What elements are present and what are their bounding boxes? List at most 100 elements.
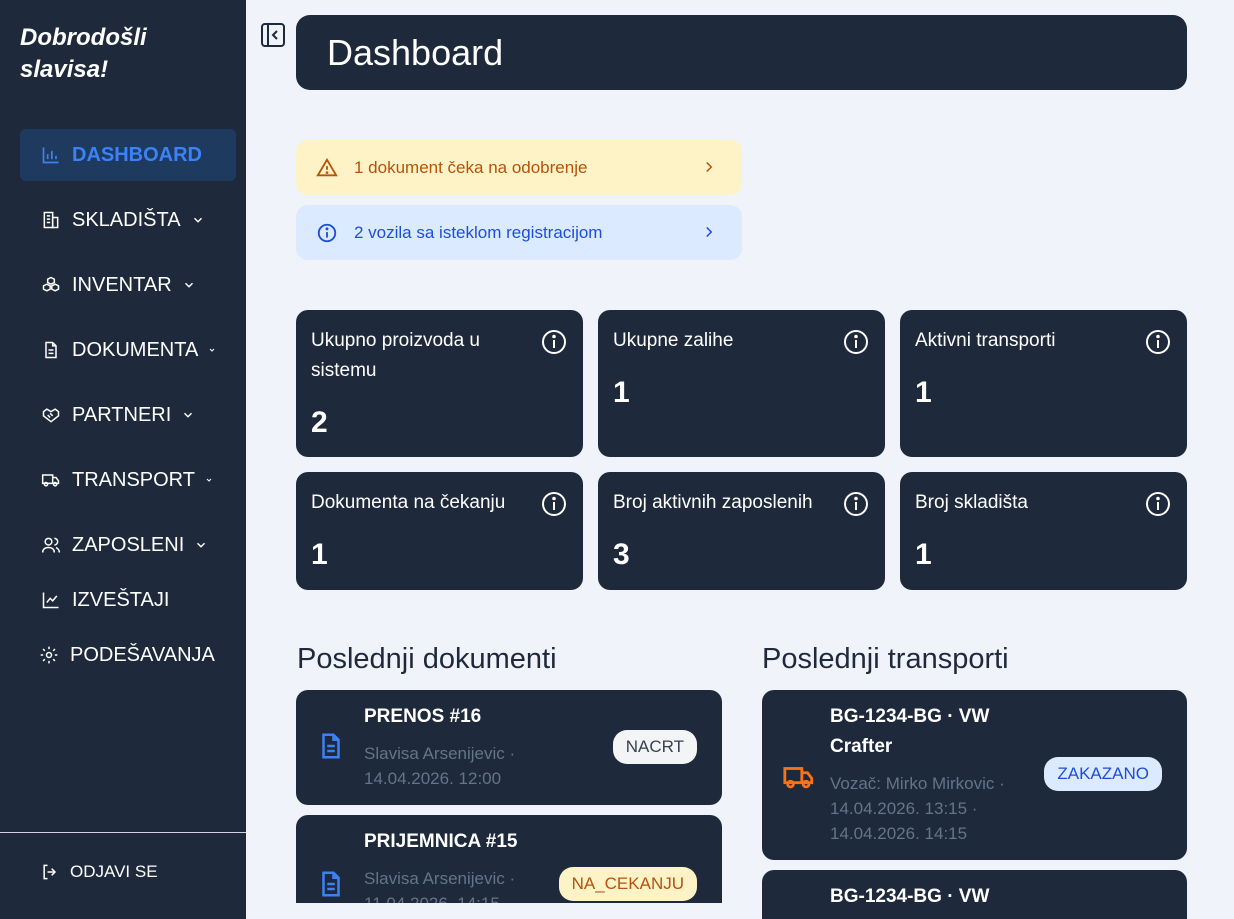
info-badge-icon[interactable]	[540, 490, 568, 518]
stat-label: Aktivni transporti	[915, 330, 1056, 351]
stat-label: Ukupne zalihe	[613, 330, 734, 351]
truck-icon	[40, 469, 62, 491]
line-chart-icon	[40, 589, 62, 611]
stat-card-total-stock: Ukupne zalihe 1	[598, 310, 885, 457]
document-date: 14.04.2026. 12:00	[364, 769, 502, 788]
boxes-icon	[40, 274, 62, 296]
info-badge-icon[interactable]	[1144, 490, 1172, 518]
page-title: Dashboard	[327, 31, 504, 73]
sidebar-item-izvestaji[interactable]: IZVEŠTAJI	[20, 574, 236, 626]
chevron-down-icon	[191, 213, 205, 227]
recent-documents-title: Poslednji dokumenti	[297, 643, 557, 675]
status-badge: ZAKAZANO	[1044, 757, 1162, 791]
sidebar-item-zaposleni[interactable]: ZAPOSLENI	[20, 519, 236, 571]
sidebar-item-label: INVENTAR	[72, 273, 172, 296]
transport-vehicle-model: Crafter	[830, 736, 893, 757]
status-badge: NA_CEKANJU	[558, 867, 697, 901]
info-badge-icon[interactable]	[842, 490, 870, 518]
sidebar-item-podesavanja[interactable]: PODEŠAVANJA	[20, 629, 236, 681]
warning-icon	[316, 157, 338, 176]
stat-label: Broj aktivnih zaposlenih	[613, 492, 813, 513]
users-icon	[40, 534, 62, 556]
document-list-item[interactable]: PRIJEMNICA #15 Slavisa Arsenijevic · 11.…	[296, 815, 722, 903]
info-badge-icon[interactable]	[842, 328, 870, 356]
handshake-icon	[40, 404, 62, 426]
transport-start: 14.04.2026. 13:15 ·	[830, 799, 978, 818]
stat-label: Ukupno proizvoda u sistemu	[311, 330, 480, 381]
chevron-down-icon	[182, 278, 196, 292]
stat-card-active-transports: Aktivni transporti 1	[900, 310, 1187, 457]
sidebar-divider	[0, 832, 246, 833]
stat-card-pending-documents: Dokumenta na čekanju 1	[296, 472, 583, 590]
sidebar-item-label: PODEŠAVANJA	[70, 643, 215, 666]
stat-label: Broj skladišta	[915, 492, 1028, 513]
chevron-down-icon	[181, 408, 195, 422]
building-icon	[40, 209, 62, 231]
sidebar-item-partneri[interactable]: PARTNERI	[20, 389, 236, 441]
info-badge-icon[interactable]	[1144, 328, 1172, 356]
document-date: 11.04.2026. 14:15 ·	[364, 891, 510, 903]
sidebar-item-transport[interactable]: TRANSPORT	[20, 454, 236, 506]
panel-collapse-icon	[261, 23, 285, 47]
transport-list-item[interactable]: BG-1234-BG · VW Crafter Vozač: Mirko Mir…	[762, 690, 1187, 860]
document-icon	[322, 871, 340, 897]
welcome-line-1: Dobrodošli	[20, 24, 147, 51]
stat-value: 1	[915, 376, 932, 409]
logout-label: ODJAVI SE	[70, 862, 158, 881]
sidebar-item-dokumenta[interactable]: DOKUMENTA	[20, 324, 236, 376]
sidebar-item-dashboard[interactable]: DASHBOARD	[20, 129, 236, 181]
transport-end: 14.04.2026. 14:15	[830, 824, 968, 843]
sidebar-item-skladista[interactable]: SKLADIŠTA	[20, 194, 236, 246]
sidebar-item-label: DOKUMENTA	[72, 338, 199, 361]
truck-icon	[783, 767, 814, 789]
sidebar-item-label: PARTNERI	[72, 403, 172, 426]
stat-value: 3	[613, 538, 630, 571]
transport-list-item[interactable]: BG-1234-BG · VW	[762, 870, 1187, 919]
chevron-down-icon	[194, 538, 208, 552]
transport-driver: Vozač: Mirko Mirkovic ·	[830, 774, 1005, 793]
sidebar-item-label: DASHBOARD	[72, 143, 202, 166]
stat-card-active-employees: Broj aktivnih zaposlenih 3	[598, 472, 885, 590]
chevron-down-icon	[205, 473, 219, 487]
collapse-sidebar-button[interactable]	[260, 22, 286, 48]
logout-icon	[43, 864, 57, 880]
document-list-item[interactable]: PRENOS #16 Slavisa Arsenijevic · 14.04.2…	[296, 690, 722, 805]
chevron-down-icon	[208, 343, 222, 357]
chevron-right-icon	[706, 226, 713, 238]
document-author: Slavisa Arsenijevic ·	[364, 869, 516, 888]
document-title: PRENOS #16	[364, 706, 482, 727]
document-author: Slavisa Arsenijevic ·	[364, 744, 516, 763]
recent-transports-title: Poslednji transporti	[762, 643, 1009, 675]
sidebar-item-label: TRANSPORT	[72, 468, 195, 491]
pending-documents-alert[interactable]: 1 dokument čeka na odobrenje	[296, 140, 742, 195]
bar-chart-icon	[40, 144, 62, 166]
expired-registration-alert[interactable]: 2 vozila sa isteklom registracijom	[296, 205, 742, 260]
welcome-user: slavisa!	[20, 56, 109, 83]
stat-value: 2	[311, 406, 328, 439]
document-icon	[40, 339, 62, 361]
sidebar-item-label: IZVEŠTAJI	[72, 588, 170, 611]
page-header: Dashboard	[296, 15, 1187, 90]
info-icon	[317, 223, 337, 242]
sidebar-item-inventar[interactable]: INVENTAR	[20, 259, 236, 311]
stat-label: Dokumenta na čekanju	[311, 492, 506, 513]
transport-vehicle: BG-1234-BG · VW	[830, 706, 990, 727]
document-icon	[322, 733, 340, 759]
transport-vehicle: BG-1234-BG · VW	[830, 886, 990, 907]
sidebar-item-label: SKLADIŠTA	[72, 208, 181, 231]
gear-icon	[38, 644, 60, 666]
stat-card-warehouses: Broj skladišta 1	[900, 472, 1187, 590]
info-badge-icon[interactable]	[540, 328, 568, 356]
document-title: PRIJEMNICA #15	[364, 831, 518, 852]
logout-button[interactable]: ODJAVI SE	[40, 862, 158, 882]
stat-value: 1	[311, 538, 328, 571]
alert-text: 2 vozila sa isteklom registracijom	[354, 222, 603, 242]
sidebar-item-label: ZAPOSLENI	[72, 533, 185, 556]
chevron-right-icon	[706, 161, 713, 173]
status-badge: NACRT	[612, 730, 697, 764]
stat-card-total-products: Ukupno proizvoda u sistemu 2	[296, 310, 583, 457]
sidebar: Dobrodošli slavisa! DASHBOARD SKLADIŠTA …	[0, 0, 246, 919]
stat-value: 1	[915, 538, 932, 571]
stat-value: 1	[613, 376, 630, 409]
welcome-message: Dobrodošli slavisa!	[20, 22, 220, 86]
